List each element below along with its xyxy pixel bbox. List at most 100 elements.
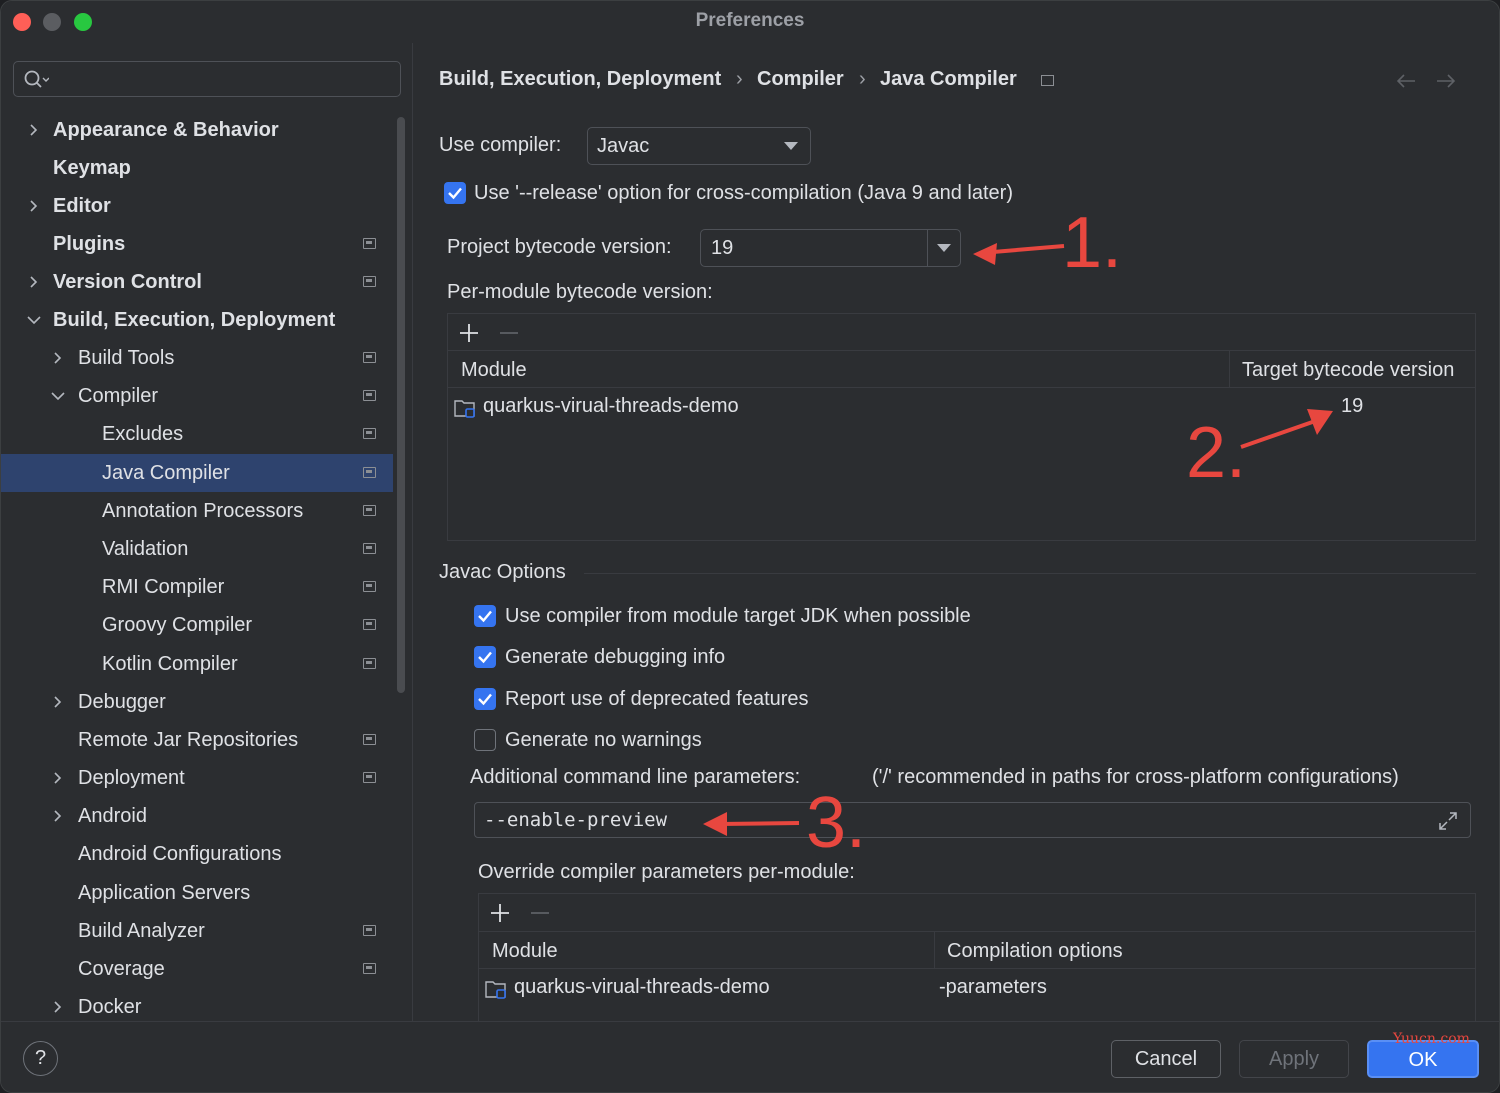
- chevron-down-icon: [51, 392, 65, 401]
- sidebar-item-label: Build, Execution, Deployment: [53, 309, 336, 331]
- sidebar-item-label: Java Compiler: [102, 462, 230, 484]
- deprecated-features-label: Report use of deprecated features: [505, 688, 809, 710]
- per-module-bytecode-label: Per-module bytecode version:: [447, 281, 713, 303]
- sidebar-item-label: Coverage: [78, 958, 165, 980]
- chevron-right-icon: [30, 276, 38, 288]
- module-target-version[interactable]: 19: [1341, 395, 1363, 418]
- project-settings-icon: [363, 467, 376, 478]
- module-folder-icon: [485, 981, 506, 999]
- command-line-params-label: Additional command line parameters:: [470, 766, 801, 788]
- no-warnings-checkbox[interactable]: [474, 729, 496, 751]
- sidebar-item-coverage[interactable]: Coverage: [1, 950, 393, 988]
- cancel-button[interactable]: Cancel: [1111, 1040, 1221, 1078]
- sidebar-item-java-compiler[interactable]: Java Compiler: [1, 454, 393, 492]
- annotation-label-3: 3.: [806, 783, 867, 863]
- expand-icon[interactable]: [1438, 811, 1458, 831]
- sidebar-item-label: Android Configurations: [78, 843, 282, 865]
- sidebar-item-label: Version Control: [53, 271, 202, 293]
- checkmark-icon: [478, 651, 492, 664]
- project-settings-icon: [363, 238, 376, 249]
- sidebar-item-version-control[interactable]: Version Control: [1, 263, 393, 301]
- apply-button[interactable]: Apply: [1239, 1040, 1349, 1078]
- debug-info-checkbox[interactable]: [474, 646, 496, 668]
- project-settings-icon: [363, 581, 376, 592]
- back-arrow-icon[interactable]: [1396, 73, 1416, 89]
- project-settings-icon: [363, 276, 376, 287]
- project-settings-icon: [363, 352, 376, 363]
- column-divider: [934, 932, 935, 969]
- sidebar-item-build-execution-deployment[interactable]: Build, Execution, Deployment: [1, 301, 393, 339]
- project-bytecode-combobox[interactable]: 19: [700, 229, 961, 267]
- no-warnings-label: Generate no warnings: [505, 729, 702, 751]
- sidebar-item-debugger[interactable]: Debugger: [1, 683, 393, 721]
- settings-sidebar: Appearance & Behavior Keymap Editor Plug…: [1, 43, 413, 1021]
- module-compilation-options[interactable]: -parameters: [939, 976, 1047, 999]
- sidebar-item-application-servers[interactable]: Application Servers: [1, 874, 393, 912]
- sidebar-item-compiler[interactable]: Compiler: [1, 377, 393, 415]
- sidebar-item-appearance[interactable]: Appearance & Behavior: [1, 111, 393, 149]
- project-settings-icon: [363, 619, 376, 630]
- sidebar-item-build-analyzer[interactable]: Build Analyzer: [1, 912, 393, 950]
- sidebar-scrollbar[interactable]: [397, 117, 405, 693]
- sidebar-item-deployment[interactable]: Deployment: [1, 759, 393, 797]
- sidebar-item-plugins[interactable]: Plugins: [1, 225, 393, 263]
- sidebar-item-excludes[interactable]: Excludes: [1, 415, 393, 453]
- add-icon[interactable]: [489, 902, 511, 924]
- sidebar-item-label: Application Servers: [78, 882, 251, 904]
- sidebar-item-keymap[interactable]: Keymap: [1, 149, 393, 187]
- sidebar-item-label: Compiler: [78, 385, 159, 407]
- breadcrumb-separator: ›: [859, 68, 866, 90]
- remove-icon[interactable]: [498, 322, 520, 344]
- chevron-right-icon: [54, 696, 62, 708]
- command-line-params-hint: ('/' recommended in paths for cross-plat…: [872, 766, 1399, 788]
- chevron-right-icon: [30, 124, 38, 136]
- module-name: quarkus-virual-threads-demo: [483, 395, 739, 417]
- release-option-checkbox[interactable]: [444, 182, 466, 204]
- deprecated-features-checkbox[interactable]: [474, 688, 496, 710]
- sidebar-item-android-configurations[interactable]: Android Configurations: [1, 835, 393, 873]
- sidebar-item-build-tools[interactable]: Build Tools: [1, 339, 393, 377]
- forward-arrow-icon[interactable]: [1436, 73, 1456, 89]
- sidebar-item-label: Android: [78, 805, 147, 827]
- table-row[interactable]: quarkus-virual-threads-demo -parameters: [479, 971, 1475, 1007]
- column-header-module[interactable]: Module: [492, 932, 558, 970]
- module-folder-icon: [454, 400, 475, 418]
- help-button[interactable]: ?: [23, 1041, 58, 1076]
- project-bytecode-value: 19: [711, 237, 734, 259]
- annotation-label-2: 2.: [1186, 413, 1247, 493]
- title-bar: Preferences: [1, 1, 1499, 43]
- chevron-down-icon: [27, 316, 41, 325]
- column-header-module[interactable]: Module: [461, 351, 527, 389]
- breadcrumb-item[interactable]: Build, Execution, Deployment: [439, 68, 721, 91]
- chevron-right-icon: [54, 772, 62, 784]
- sidebar-item-label: Validation: [102, 538, 189, 560]
- command-line-params-input[interactable]: --enable-preview: [474, 802, 1471, 838]
- sidebar-item-kotlin-compiler[interactable]: Kotlin Compiler: [1, 645, 393, 683]
- column-header-target-version[interactable]: Target bytecode version: [1242, 351, 1454, 389]
- sidebar-item-remote-jar-repositories[interactable]: Remote Jar Repositories: [1, 721, 393, 759]
- column-header-compilation-options[interactable]: Compilation options: [947, 932, 1123, 970]
- annotation-arrow-icon: [703, 812, 800, 836]
- sidebar-item-annotation-processors[interactable]: Annotation Processors: [1, 492, 393, 530]
- release-option-label: Use '--release' option for cross-compila…: [474, 182, 1013, 204]
- breadcrumb-item[interactable]: Compiler: [757, 68, 844, 91]
- project-settings-icon: [363, 505, 376, 516]
- sidebar-item-android[interactable]: Android: [1, 797, 393, 835]
- sidebar-item-label: RMI Compiler: [102, 576, 225, 598]
- sidebar-item-groovy-compiler[interactable]: Groovy Compiler: [1, 606, 393, 644]
- search-input[interactable]: [13, 61, 401, 97]
- combobox-divider: [927, 230, 928, 266]
- add-icon[interactable]: [458, 322, 480, 344]
- search-icon: [24, 70, 49, 88]
- sidebar-item-rmi-compiler[interactable]: RMI Compiler: [1, 568, 393, 606]
- module-name: quarkus-virual-threads-demo: [514, 976, 770, 998]
- sidebar-item-editor[interactable]: Editor: [1, 187, 393, 225]
- compiler-dropdown[interactable]: Javac: [587, 127, 811, 165]
- sidebar-item-label: Remote Jar Repositories: [78, 729, 299, 751]
- use-module-jdk-checkbox[interactable]: [474, 605, 496, 627]
- remove-icon[interactable]: [529, 902, 551, 924]
- sidebar-item-validation[interactable]: Validation: [1, 530, 393, 568]
- search-field[interactable]: [54, 66, 394, 92]
- javac-options-section-title: Javac Options: [439, 561, 566, 583]
- checkmark-icon: [478, 693, 492, 706]
